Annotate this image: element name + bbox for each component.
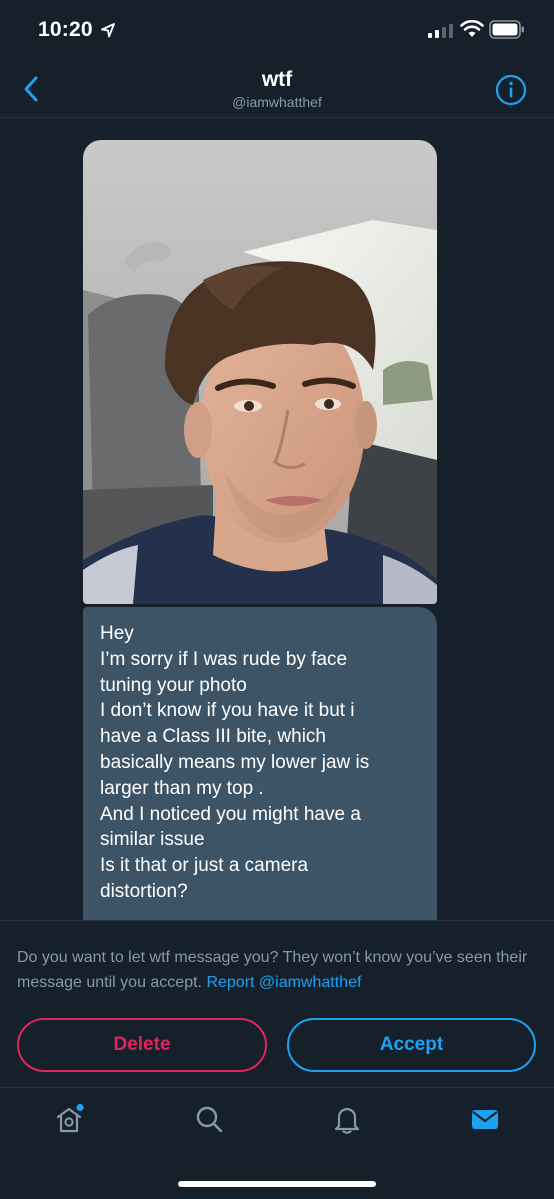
- battery-icon: [489, 20, 524, 39]
- message-line: similar issue: [100, 829, 205, 851]
- notifications-icon[interactable]: [331, 1103, 363, 1135]
- status-bar: 10:20: [0, 0, 554, 60]
- message-line: Hey: [100, 623, 134, 644]
- conversation-header: wtf @iamwhatthef: [0, 60, 554, 118]
- message-line: Is it that or just a camera: [100, 855, 309, 877]
- info-icon[interactable]: [495, 74, 527, 106]
- message-line: basically means my lower jaw is: [100, 751, 370, 773]
- message-line: tuning your photo: [100, 674, 247, 696]
- report-link[interactable]: Report @iamwhatthef: [206, 974, 361, 991]
- conversation-handle: @iamwhatthef: [232, 94, 322, 110]
- message-line: distortion?: [100, 880, 188, 902]
- home-icon[interactable]: [53, 1103, 85, 1135]
- status-time: 10:20: [38, 18, 93, 41]
- conversation-title: wtf: [261, 68, 293, 91]
- accept-button[interactable]: Accept: [287, 1018, 536, 1072]
- message-line: have a Class III bite, which: [100, 726, 326, 748]
- photo-message[interactable]: [83, 140, 437, 604]
- wifi-icon: [460, 20, 484, 37]
- search-icon[interactable]: [193, 1103, 225, 1135]
- messages-icon[interactable]: [469, 1103, 501, 1135]
- delete-button[interactable]: Delete: [17, 1018, 267, 1072]
- request-prompt: Do you want to let wtf message you? They…: [17, 945, 537, 995]
- location-arrow-icon: [101, 23, 115, 38]
- selfie-photo: [83, 140, 437, 604]
- message-line: larger than my top .: [100, 777, 264, 799]
- message-line: I’m sorry if I was rude by face: [100, 648, 348, 670]
- home-indicator: [178, 1181, 376, 1187]
- message-line: And I noticed you might have a: [100, 803, 361, 825]
- screen: 10:20 wtf @iamwhatthef Hey I’m sorry if …: [0, 0, 554, 1199]
- cellular-signal-icon: [428, 24, 453, 38]
- message-bubble: Hey I’m sorry if I was rude by face tuni…: [83, 607, 437, 920]
- message-request-panel: Do you want to let wtf message you? They…: [0, 920, 554, 1088]
- message-line: I don’t know if you have it but i: [100, 700, 355, 722]
